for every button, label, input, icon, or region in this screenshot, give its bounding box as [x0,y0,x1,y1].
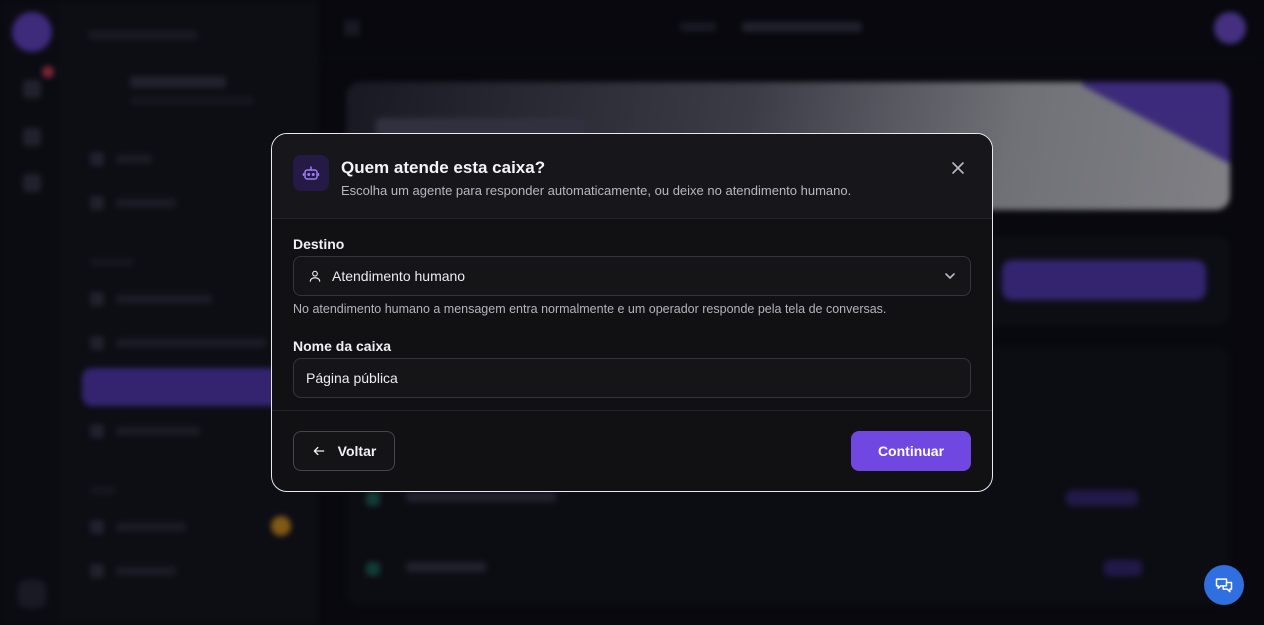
destination-select[interactable]: Atendimento humano [293,256,971,296]
close-icon[interactable] [948,158,968,178]
modal-footer: Voltar Continuar [272,410,992,491]
back-button-label: Voltar [337,443,377,459]
modal-subtitle: Escolha um agente para responder automat… [341,183,852,198]
chevron-down-icon [944,269,956,287]
box-name-label: Nome da caixa [293,338,392,354]
arrow-left-icon [312,444,326,458]
chat-icon [1214,575,1234,595]
back-button[interactable]: Voltar [293,431,395,471]
destination-hint: No atendimento humano a mensagem entra n… [293,302,887,316]
modal-title: Quem atende esta caixa? [341,158,546,177]
destination-value: Atendimento humano [332,268,466,284]
continue-button[interactable]: Continuar [851,431,971,471]
box-name-input[interactable] [293,358,971,398]
chat-button[interactable] [1204,565,1244,605]
destination-label: Destino [293,236,345,252]
user-icon [308,269,322,283]
modal-header: Quem atende esta caixa? Escolha um agent… [272,134,992,219]
inbox-agent-modal: Quem atende esta caixa? Escolha um agent… [271,133,993,492]
bot-icon [293,155,329,191]
